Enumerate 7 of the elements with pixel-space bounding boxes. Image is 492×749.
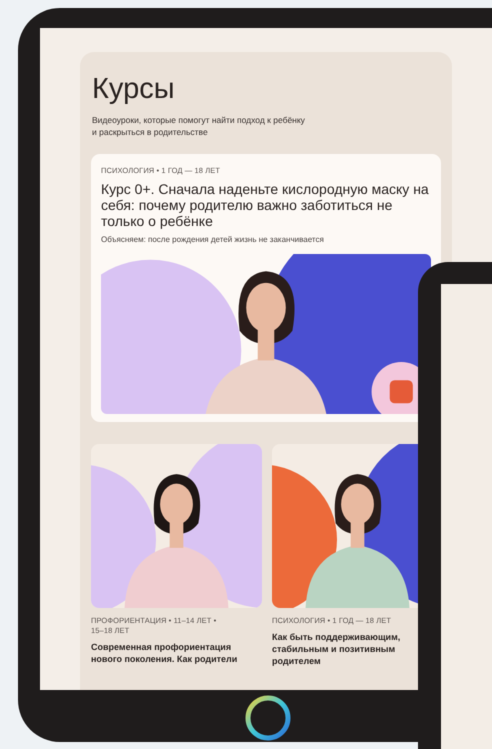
course-title: Как быть поддерживающим, стабильным и позитивным родителем bbox=[272, 631, 402, 667]
page-title: Курсы bbox=[92, 73, 176, 106]
home-button[interactable] bbox=[244, 694, 292, 742]
page-subtitle: Видеоуроки, которые помогут найти подход к ребёнку и раскрыться в родительстве bbox=[92, 114, 306, 138]
course-title: Курс 0+. Сначала наденьте кислородную маску на себя: почему родителю важно заботиться не только о ребёнке bbox=[101, 181, 430, 229]
course-description: Объясняем: после рождения детей жизнь не заканчивается bbox=[101, 235, 325, 244]
course-title: Современная профориентация нового поколения. Как родители bbox=[91, 641, 238, 665]
